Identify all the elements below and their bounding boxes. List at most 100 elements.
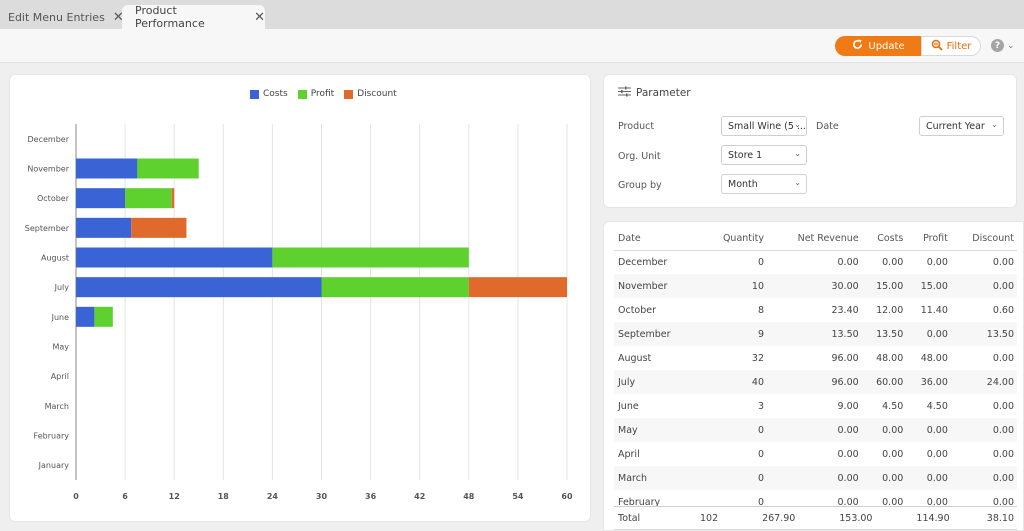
- table-cell: 0: [757, 496, 765, 508]
- bar-segment-profit[interactable]: [321, 277, 469, 298]
- x-tick-label: 54: [512, 492, 524, 501]
- bar-segment-costs[interactable]: [76, 247, 273, 268]
- table-cell: 0.00: [992, 496, 1014, 508]
- x-tick-label: 0: [73, 492, 79, 501]
- table-row[interactable]: February 0 0.00 0.00 0.00 0.00: [614, 490, 1017, 508]
- sliders-icon: [618, 86, 631, 100]
- x-tick-label: 30: [316, 492, 328, 501]
- table-cell: July: [614, 370, 702, 394]
- column-header[interactable]: Date: [614, 228, 702, 251]
- table-cell: 0.00: [767, 418, 862, 442]
- column-header[interactable]: Quantity: [701, 228, 768, 251]
- table-cell: November: [614, 274, 702, 298]
- column-header[interactable]: Discount: [950, 228, 1017, 251]
- table-cell: 0.00: [992, 352, 1014, 364]
- refresh-icon: [852, 39, 863, 53]
- table-row[interactable]: July 40 96.00 60.00 36.00 24.00: [614, 370, 1017, 394]
- table-cell: 0: [757, 256, 765, 268]
- chart-panel: Costs Profit Discount 0 6 12 18 24 30 36 42 48 54…: [9, 74, 591, 522]
- y-category-label: August: [41, 254, 69, 263]
- table-cell: 0.00: [992, 448, 1014, 460]
- group-by-select[interactable]: Month ⌄: [721, 174, 807, 194]
- table-cell: 96.00: [767, 370, 862, 394]
- table-cell: August: [618, 352, 652, 364]
- table-scroll-area[interactable]: Date Quantity Net Revenue Costs Profit Discou…: [604, 222, 1023, 507]
- bar-segment-discount[interactable]: [131, 217, 187, 238]
- table-cell: 12.00: [876, 304, 904, 316]
- table-row[interactable]: November 10 30.00 15.00 15.00 0.00: [614, 274, 1017, 298]
- group-by-value: Month: [728, 178, 758, 190]
- product-select[interactable]: Small Wine (5 ... ⌄: [721, 116, 807, 136]
- table-cell: 0: [701, 466, 768, 490]
- parameter-title: Parameter: [636, 87, 691, 99]
- column-header[interactable]: Profit: [906, 228, 951, 251]
- table-cell: June: [618, 400, 639, 412]
- table-cell: 10: [701, 274, 768, 298]
- y-category-label: February: [34, 432, 70, 441]
- performance-table: Date Quantity Net Revenue Costs Profit Discou…: [614, 228, 1017, 507]
- tab-edit-menu-entries[interactable]: Edit Menu Entries ✕: [8, 5, 124, 29]
- y-category-label: October: [37, 194, 70, 203]
- total-cell: 102: [676, 506, 722, 530]
- table-row[interactable]: December 0 0.00 0.00 0.00 0.00: [614, 250, 1017, 274]
- org-unit-select[interactable]: Store 1 ⌄: [721, 145, 807, 165]
- close-icon[interactable]: ✕: [254, 10, 265, 25]
- total-row: Total 102 267.90 153.00 114.90 38.10: [614, 506, 1017, 530]
- table-row[interactable]: October 8 23.40 12.00 11.40 0.60: [614, 298, 1017, 322]
- total-table: Total 102 267.90 153.00 114.90 38.10: [614, 506, 1017, 530]
- org-unit-label: Org. Unit: [618, 151, 661, 162]
- column-header[interactable]: Costs: [861, 228, 907, 251]
- table-cell: 0.00: [906, 466, 951, 490]
- table-cell: 9: [701, 322, 768, 346]
- y-category-label: May: [52, 343, 69, 352]
- table-cell: 60.00: [861, 370, 907, 394]
- table-cell: 0.00: [926, 256, 948, 268]
- table-cell: 32: [751, 352, 765, 364]
- bar-segment-costs[interactable]: [76, 277, 322, 298]
- table-cell: 0.00: [926, 448, 948, 460]
- bar-segment-discount[interactable]: [171, 188, 175, 209]
- table-cell: 0: [701, 418, 768, 442]
- x-tick-label: 18: [218, 492, 230, 501]
- chevron-down-icon: ⌄: [794, 120, 801, 129]
- table-cell: 0.00: [882, 448, 904, 460]
- table-row[interactable]: August 32 96.00 48.00 48.00 0.00: [614, 346, 1017, 370]
- date-select[interactable]: Current Year ⌄: [919, 116, 1004, 136]
- table-cell: September: [614, 322, 702, 346]
- bar-segment-profit[interactable]: [137, 158, 199, 179]
- bar-segment-profit[interactable]: [94, 306, 113, 327]
- y-category-label: April: [51, 372, 69, 381]
- bar-segment-costs[interactable]: [76, 217, 132, 238]
- data-table-panel: Date Quantity Net Revenue Costs Profit Discou…: [603, 221, 1024, 531]
- table-row[interactable]: September 9 13.50 13.50 0.00 13.50: [614, 322, 1017, 346]
- bar-segment-costs[interactable]: [76, 306, 95, 327]
- update-label: Update: [868, 40, 905, 52]
- table-row[interactable]: June 3 9.00 4.50 4.50 0.00: [614, 394, 1017, 418]
- table-cell: 0.00: [950, 418, 1017, 442]
- total-cell: 153.00: [798, 506, 876, 530]
- bar-segment-costs[interactable]: [76, 188, 126, 209]
- total-cell: Total: [614, 506, 677, 530]
- table-cell: 15.00: [906, 274, 951, 298]
- table-row[interactable]: April 0 0.00 0.00 0.00 0.00: [614, 442, 1017, 466]
- tab-product-performance[interactable]: Product Performance ✕: [122, 4, 265, 30]
- x-tick-label: 36: [365, 492, 377, 501]
- bar-segment-profit[interactable]: [125, 188, 172, 209]
- table-row[interactable]: May 0 0.00 0.00 0.00 0.00: [614, 418, 1017, 442]
- filter-button[interactable]: Filter: [921, 36, 981, 56]
- bar-segment-costs[interactable]: [76, 158, 138, 179]
- total-cell: 267.90: [721, 506, 799, 530]
- group-by-label: Group by: [618, 180, 662, 191]
- table-cell: 0.60: [992, 304, 1014, 316]
- toolbar: Update Filter ? ⌄: [0, 29, 1024, 63]
- bar-segment-discount[interactable]: [468, 277, 567, 298]
- table-cell: May: [614, 418, 702, 442]
- x-tick-label: 60: [561, 492, 573, 501]
- column-header[interactable]: Net Revenue: [767, 228, 862, 251]
- bar-segment-profit[interactable]: [272, 247, 469, 268]
- table-row[interactable]: March 0 0.00 0.00 0.00 0.00: [614, 466, 1017, 490]
- table-cell: December: [618, 256, 668, 268]
- table-cell: 30.00: [767, 274, 862, 298]
- help-menu[interactable]: ? ⌄: [991, 39, 1015, 52]
- update-button[interactable]: Update: [835, 36, 922, 56]
